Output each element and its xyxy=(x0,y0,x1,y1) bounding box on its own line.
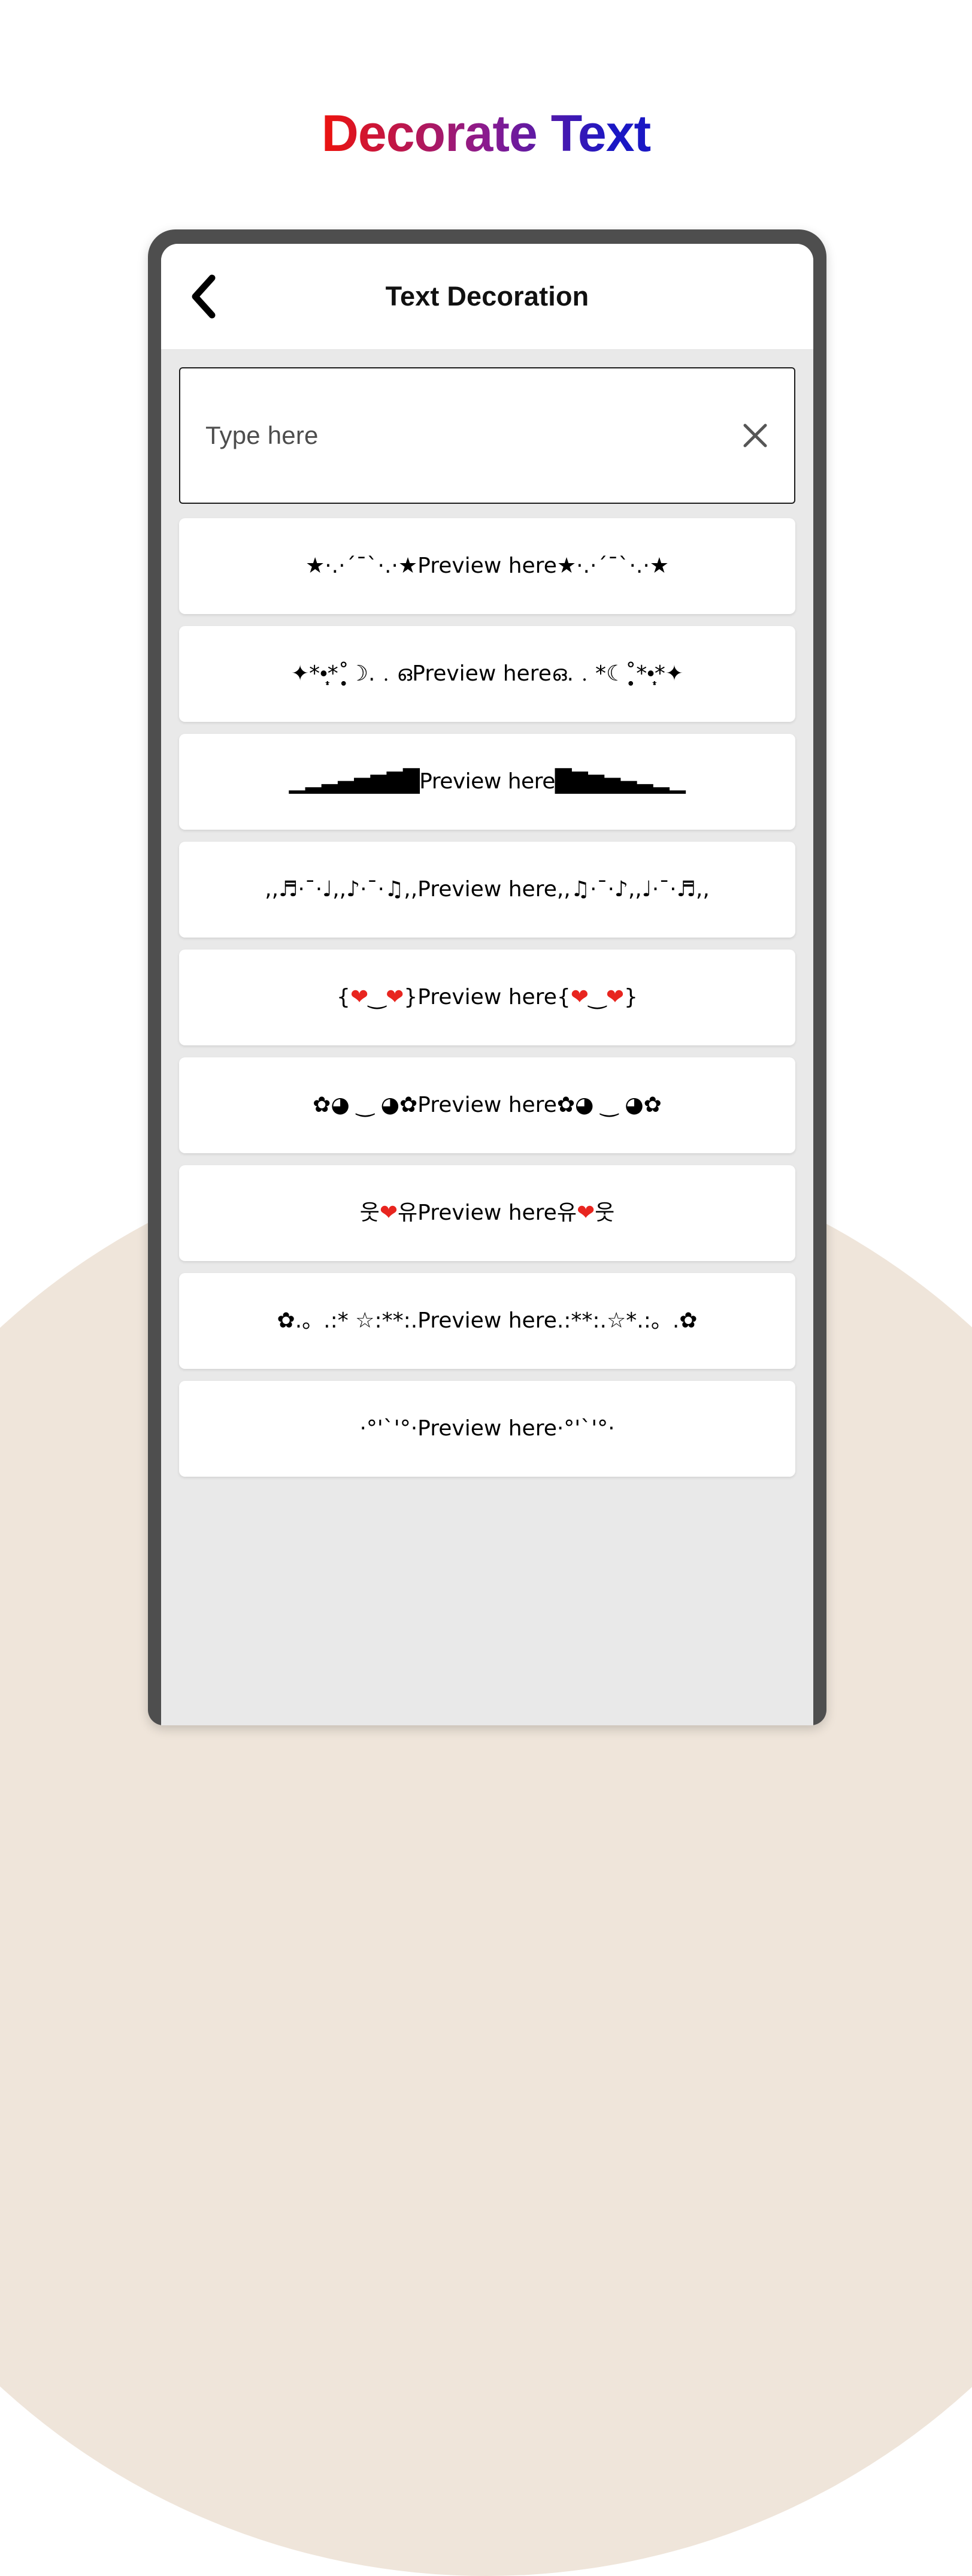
preview-text: ✿.。.:* ☆:**:.Preview here.:**:.☆*.:。.✿ xyxy=(277,1308,698,1333)
app-header: Text Decoration xyxy=(161,244,813,350)
preview-text: ✿◕ ‿ ◕✿Preview here✿◕ ‿ ◕✿ xyxy=(313,1092,662,1117)
preview-card-stars[interactable]: ★·.·´¯`·.·★Preview here★·.·´¯`·.·★ xyxy=(179,518,795,614)
phone-screen: Text Decoration Type here ★·.·´¯`·.·★Pre… xyxy=(161,244,813,1725)
screen-body: Type here ★·.·´¯`·.·★Preview here★·.·´¯`… xyxy=(161,350,813,1725)
preview-text: ✦*•̩̩͙*˚̩̥̩̥☽.﹒ഒPreview hereഒ.﹒*☾˚̩̥̩̥*•… xyxy=(290,661,684,686)
preview-text: ★·.·´¯`·.·★Preview here★·.·´¯`·.·★ xyxy=(305,553,670,578)
page-title: Decorate Text xyxy=(0,108,972,159)
preview-card-diamond-moon[interactable]: ✦*•̩̩͙*˚̩̥̩̥☽.﹒ഒPreview hereഒ.﹒*☾˚̩̥̩̥*•… xyxy=(179,626,795,722)
preview-card-block-bars[interactable]: ▁▂▃▄▅▆▇█Preview here█▇▆▅▄▃▂▁ xyxy=(179,734,795,830)
preview-text: 웃❤유Preview here유❤웃 xyxy=(359,1200,615,1225)
phone-device-frame: Text Decoration Type here ★·.·´¯`·.·★Pre… xyxy=(148,229,826,1725)
preview-card-music-notes[interactable]: ,,♬·¯·♩,,♪·¯·♫,,Preview here,,♫·¯·♪,,♩·¯… xyxy=(179,842,795,938)
text-input-container[interactable]: Type here xyxy=(179,367,795,504)
back-button[interactable] xyxy=(174,268,232,325)
preview-list: ★·.·´¯`·.·★Preview here★·.·´¯`·.·★ ✦*•̩̩… xyxy=(179,518,795,1477)
preview-card-korean-heart[interactable]: 웃❤유Preview here유❤웃 xyxy=(179,1165,795,1261)
preview-text: ,,♬·¯·♩,,♪·¯·♫,,Preview here,,♫·¯·♪,,♩·¯… xyxy=(265,876,710,902)
app-title: Text Decoration xyxy=(385,281,589,312)
preview-card-flower-face[interactable]: ✿◕ ‿ ◕✿Preview here✿◕ ‿ ◕✿ xyxy=(179,1057,795,1153)
preview-text: ·°'`'°·Preview here·°'`'°· xyxy=(359,1416,615,1441)
search-input[interactable]: Type here xyxy=(205,421,737,450)
preview-text: ▁▂▃▄▅▆▇█Preview here█▇▆▅▄▃▂▁ xyxy=(289,769,686,794)
preview-card-partial[interactable]: ·°'`'°·Preview here·°'`'°· xyxy=(179,1381,795,1477)
close-icon[interactable] xyxy=(737,417,774,454)
chevron-left-icon xyxy=(188,274,218,319)
preview-card-heart-face[interactable]: {❤‿❤}Preview here{❤‿❤} xyxy=(179,950,795,1045)
preview-text: {❤‿❤}Preview here{❤‿❤} xyxy=(337,984,638,1009)
preview-card-flower-star[interactable]: ✿.。.:* ☆:**:.Preview here.:**:.☆*.:。.✿ xyxy=(179,1273,795,1369)
